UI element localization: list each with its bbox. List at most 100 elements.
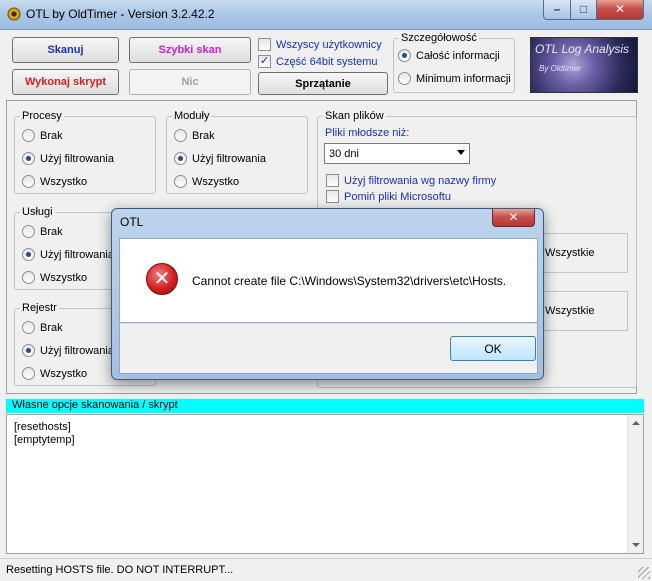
registry-none-label: Brak [40,321,63,334]
registry-filtered-dot[interactable] [22,344,35,357]
processes-all-radio[interactable]: Wszystko [22,175,87,188]
scroll-up-icon[interactable] [632,421,640,425]
modules-all-dot[interactable] [174,175,187,188]
younger-than-value: 30 dni [329,147,359,160]
logo-title: OTL Log Analysis [535,42,630,56]
processes-filtered-dot[interactable] [22,152,35,165]
detail-min-radio[interactable]: Minimum informacji [398,72,511,85]
filter-company-label: Użyj filtrowania wg nazwy firmy [344,174,497,187]
detail-group: Szczegółowość Całość informacji Minimum … [393,32,515,93]
detail-full-radio[interactable]: Całość informacji [398,49,500,62]
modules-all-label: Wszystko [192,175,240,188]
status-bar: Resetting HOSTS file. DO NOT INTERRUPT..… [0,558,652,581]
part-64bit-label: Część 64bit systemu [276,55,378,68]
modules-legend: Moduły [172,110,212,122]
services-all-label: Wszystko [40,271,88,284]
detail-legend: Szczegółowość [399,32,479,44]
services-filtered-label: Użyj filtrowania [40,248,114,261]
modules-all-radio[interactable]: Wszystko [174,175,239,188]
modules-filtered-radio[interactable]: Użyj filtrowania [174,152,266,165]
modules-filtered-dot[interactable] [174,152,187,165]
processes-all-dot[interactable] [22,175,35,188]
script-header: Własne opcje skanowania / skrypt [6,399,644,413]
script-line: [emptytemp] [14,434,75,446]
close-button[interactable]: ✕ [596,0,644,20]
window-title: OTL by OldTimer - Version 3.2.42.2 [26,7,215,21]
processes-none-radio[interactable]: Brak [22,129,63,142]
scroll-down-icon[interactable] [632,543,640,547]
error-dialog: OTL ✕ ✕ Cannot create file C:\Windows\Sy… [111,208,544,380]
processes-none-label: Brak [40,129,63,142]
script-scrollbar[interactable] [627,415,643,553]
registry-none-radio[interactable]: Brak [22,321,63,334]
skip-microsoft-checkbox[interactable]: Pomiń pliki Microsoftu [326,190,451,203]
resize-grip-icon[interactable] [638,567,650,579]
scan-button[interactable]: Skanuj [12,37,119,63]
error-icon: ✕ [146,263,178,295]
registry-filtered-radio[interactable]: Użyj filtrowania [22,344,114,357]
logo-subtitle: By Oldtimer [539,64,581,73]
services-none-label: Brak [40,225,63,238]
modules-group: Moduły Brak Użyj filtrowania Wszystko [166,110,308,194]
processes-filtered-label: Użyj filtrowania [40,152,114,165]
all-users-box[interactable] [258,38,271,51]
services-none-dot[interactable] [22,225,35,238]
services-filtered-radio[interactable]: Użyj filtrowania [22,248,114,261]
modules-none-label: Brak [192,129,215,142]
ok-button[interactable]: OK [450,336,536,361]
filter-company-checkbox[interactable]: Użyj filtrowania wg nazwy firmy [326,174,496,187]
skip-microsoft-label: Pomiń pliki Microsoftu [344,190,451,203]
skip-microsoft-box[interactable] [326,190,339,203]
minimize-button[interactable]: – [543,0,571,20]
services-filtered-dot[interactable] [22,248,35,261]
detail-full-radio-dot[interactable] [398,49,411,62]
maximize-button[interactable]: □ [570,0,597,20]
processes-none-dot[interactable] [22,129,35,142]
part-64bit-checkbox[interactable]: ✓ Część 64bit systemu [258,55,377,68]
cleanup-button[interactable]: Sprzątanie [258,72,388,95]
processes-group: Procesy Brak Użyj filtrowania Wszystko [14,110,156,194]
modules-none-dot[interactable] [174,129,187,142]
status-text: Resetting HOSTS file. DO NOT INTERRUPT..… [6,564,234,576]
filter-company-box[interactable] [326,174,339,187]
script-textarea[interactable]: [resethosts] [emptytemp] [6,414,644,554]
all-users-label: Wszyscy użytkownicy [276,38,382,51]
services-legend: Usługi [20,206,55,218]
younger-than-label: Pliki młodsze niż: [325,127,410,139]
registry-filtered-label: Użyj filtrowania [40,344,114,357]
registry-all-dot[interactable] [22,367,35,380]
quick-scan-button[interactable]: Szybki skan [129,37,251,63]
processes-filtered-radio[interactable]: Użyj filtrowania [22,152,114,165]
processes-legend: Procesy [20,110,64,122]
script-line: [resethosts] [14,421,71,433]
services-all-dot[interactable] [22,271,35,284]
all-label-2: Wszystkie [545,305,595,317]
otl-app-icon [7,7,21,21]
processes-all-label: Wszystko [40,175,88,188]
nothing-button[interactable]: Nic [129,69,251,95]
all-users-checkbox[interactable]: Wszyscy użytkownicy [258,38,382,51]
dialog-title: OTL [120,215,144,229]
all-label-1: Wszystkie [545,247,595,259]
registry-none-dot[interactable] [22,321,35,334]
title-bar: OTL by OldTimer - Version 3.2.42.2 – □ ✕ [0,0,652,30]
chevron-down-icon [457,150,465,155]
younger-than-select[interactable]: 30 dni [324,143,470,164]
dialog-body: ✕ Cannot create file C:\Windows\System32… [119,238,538,323]
registry-all-label: Wszystko [40,367,88,380]
part-64bit-box[interactable]: ✓ [258,55,271,68]
dialog-footer: OK [119,323,538,374]
detail-min-radio-dot[interactable] [398,72,411,85]
services-none-radio[interactable]: Brak [22,225,63,238]
run-script-button[interactable]: Wykonaj skrypt [12,69,119,95]
modules-none-radio[interactable]: Brak [174,129,215,142]
services-all-radio[interactable]: Wszystko [22,271,87,284]
detail-min-label: Minimum informacji [416,72,511,85]
registry-all-radio[interactable]: Wszystko [22,367,87,380]
registry-legend: Rejestr [20,302,59,314]
modules-filtered-label: Użyj filtrowania [192,152,266,165]
dialog-close-button[interactable]: ✕ [492,209,535,227]
otl-logo: OTL Log Analysis By Oldtimer [530,37,638,93]
detail-full-label: Całość informacji [416,49,500,62]
dialog-message: Cannot create file C:\Windows\System32\d… [192,274,507,288]
